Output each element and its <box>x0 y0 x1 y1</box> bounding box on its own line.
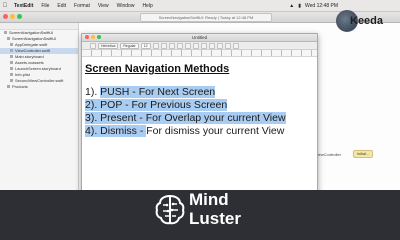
minimize-icon[interactable] <box>91 35 95 39</box>
font-size-select[interactable]: 12 <box>140 42 151 49</box>
project-icon <box>4 31 7 35</box>
project-navigator: ScreenNavigationSwiftUI ScreenNavigation… <box>0 23 79 190</box>
format-bar: Helvetica Regular 12 <box>82 42 317 50</box>
justify-icon[interactable] <box>216 42 223 49</box>
activity-viewer: ScreenNavigationSwiftUI: Ready | Today a… <box>140 13 272 22</box>
font-family-select[interactable]: Helvetica <box>98 42 119 49</box>
logo-text: Keeda <box>350 15 384 27</box>
debug-label: ViewController <box>315 152 341 157</box>
menu-edit[interactable]: Edit <box>53 3 70 9</box>
menu-window[interactable]: Window <box>113 3 139 9</box>
assets-icon <box>10 61 13 65</box>
nav-item[interactable]: Products <box>0 84 78 90</box>
text-color-icon[interactable] <box>152 42 159 49</box>
clock[interactable]: Wed 12:48 PM <box>303 3 340 9</box>
menu-format[interactable]: Format <box>70 3 94 9</box>
brand-wordmark: Mind Luster <box>189 190 241 228</box>
list-item: 2). POP - For Previous Screen <box>85 99 228 111</box>
window-controls <box>3 14 22 19</box>
wifi-icon[interactable]: ▲ <box>287 3 296 9</box>
close-icon[interactable] <box>85 35 89 39</box>
folder-icon <box>7 37 10 41</box>
align-right-icon[interactable] <box>208 42 215 49</box>
paragraph-style-icon[interactable] <box>90 42 96 49</box>
align-center-icon[interactable] <box>200 42 207 49</box>
zoom-icon[interactable] <box>17 14 22 19</box>
line-spacing-icon[interactable] <box>224 42 231 49</box>
keeda-logo: Keeda <box>336 8 398 44</box>
folder-icon <box>7 85 10 89</box>
storyboard-icon <box>10 67 13 71</box>
underline-icon[interactable] <box>184 42 191 49</box>
debug-pill[interactable]: initial... <box>353 150 374 158</box>
swift-file-icon <box>10 49 13 53</box>
document-titlebar: Untitled <box>82 34 317 42</box>
textedit-window: Untitled Helvetica Regular 12 Screen Nav… <box>81 33 318 195</box>
storyboard-icon <box>10 55 13 59</box>
minimize-icon[interactable] <box>10 14 15 19</box>
navigator-tabs[interactable] <box>0 23 78 30</box>
battery-icon[interactable]: ▮ <box>296 3 303 9</box>
ruler[interactable] <box>82 50 317 57</box>
align-left-icon[interactable] <box>192 42 199 49</box>
highlight-color-icon[interactable] <box>160 42 167 49</box>
zoom-icon[interactable] <box>97 35 101 39</box>
list-item: 4). Dismiss - For dismiss your current V… <box>85 125 285 137</box>
list-item: 1). PUSH - For Next Screen <box>85 86 216 98</box>
document-title: Untitled <box>191 35 208 40</box>
debug-hint: ViewController initial... <box>315 138 400 158</box>
document-window-controls <box>85 35 101 39</box>
document-body[interactable]: Screen Navigation Methods 1). PUSH - For… <box>82 57 317 138</box>
brand-line-2: Luster <box>189 209 241 228</box>
list-icon[interactable] <box>232 42 239 49</box>
apple-icon[interactable]:  <box>0 3 10 9</box>
bold-icon[interactable] <box>168 42 175 49</box>
font-style-select[interactable]: Regular <box>120 42 139 49</box>
close-icon[interactable] <box>3 14 8 19</box>
menu-help[interactable]: Help <box>138 3 156 9</box>
menu-app-name[interactable]: TextEdit <box>10 3 37 9</box>
menu-view[interactable]: View <box>94 3 113 9</box>
list-item: 3). Present - For Overlap your current V… <box>85 112 286 124</box>
italic-icon[interactable] <box>176 42 183 49</box>
document-heading: Screen Navigation Methods <box>85 63 230 75</box>
brain-icon <box>155 194 185 225</box>
swift-file-icon <box>10 79 13 83</box>
swift-file-icon <box>10 43 13 47</box>
brand-line-1: Mind <box>189 190 229 209</box>
plist-icon <box>10 73 13 77</box>
menu-file[interactable]: File <box>37 3 53 9</box>
